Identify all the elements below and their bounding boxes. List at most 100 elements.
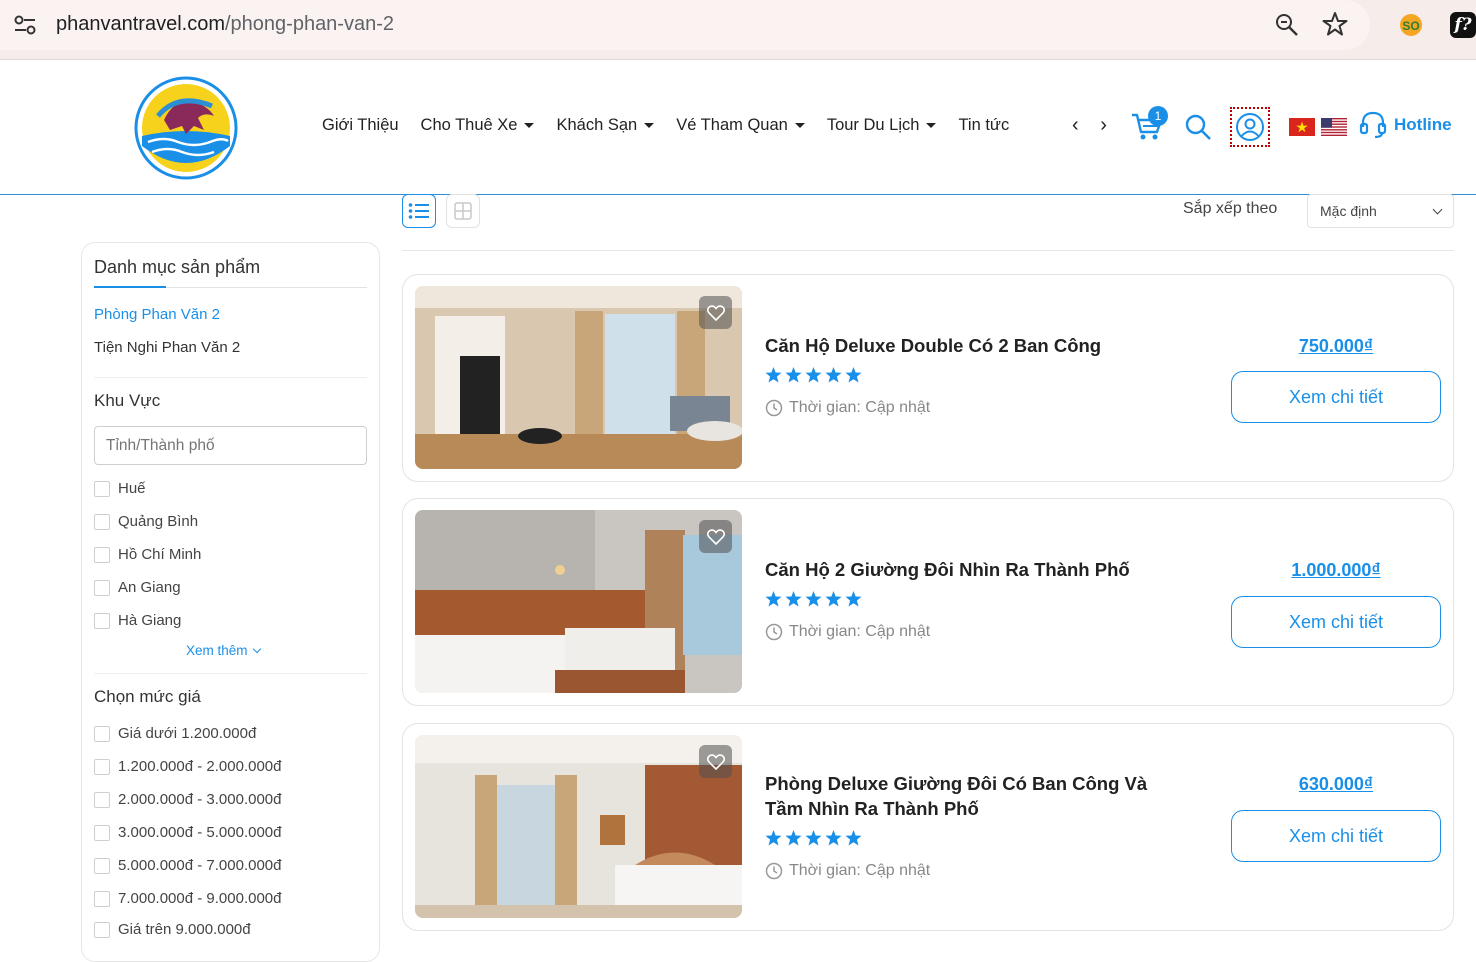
checkbox[interactable] [94,791,110,808]
nav-item-label: Cho Thuê Xe [420,116,518,134]
price-option[interactable]: 5.000.000đ - 7.000.000đ [94,857,281,874]
list-view-button[interactable] [402,194,436,228]
checkbox[interactable] [94,579,110,596]
checkbox[interactable] [94,546,110,563]
star-rating-icon [825,830,842,846]
rating-stars [765,830,862,846]
account-button[interactable] [1230,107,1270,147]
product-image[interactable] [415,735,742,918]
nav-item-cho-thue-xe[interactable]: Cho Thuê Xe [421,116,535,135]
price-option[interactable]: 1.200.000đ - 2.000.000đ [94,758,281,775]
product-time: Thời gian: Cập nhật [765,623,930,641]
category-link-tien-nghi[interactable]: Tiện Nghi Phan Văn 2 [94,339,240,356]
province-search-input[interactable] [94,426,367,465]
region-option[interactable]: Hồ Chí Minh [94,546,201,563]
price-label: 5.000.000đ - 7.000.000đ [118,857,282,874]
checkbox[interactable] [94,758,110,775]
region-option[interactable]: Hà Giang [94,612,181,629]
nav-scroll-arrows[interactable]: ‹ › [1072,114,1115,137]
view-detail-button[interactable]: Xem chi tiết [1231,810,1441,862]
url-domain: phanvantravel.com [56,13,225,35]
view-detail-button[interactable]: Xem chi tiết [1231,596,1441,648]
checkbox[interactable] [94,824,110,841]
star-icon[interactable] [1322,11,1348,37]
hotline-label: Hotline [1394,115,1452,134]
nav-item-label: Giới Thiệu [322,116,399,134]
region-option[interactable]: Quảng Bình [94,513,198,530]
sort-select[interactable]: Mặc định [1307,194,1454,228]
filter-sidebar: Danh mục sản phẩm Phòng Phan Văn 2 Tiện … [81,242,380,962]
checkbox[interactable] [94,890,110,907]
product-title[interactable]: Căn Hộ Deluxe Double Có 2 Ban Công [765,333,1185,358]
nav-item-ve-tham-quan[interactable]: Vé Tham Quan [676,116,805,135]
time-label: Thời gian: Cập nhật [789,862,931,879]
clock-icon [765,399,783,417]
nav-item-gioi-thieu[interactable]: Giới Thiệu [322,116,399,135]
favorite-button[interactable] [699,296,732,329]
price-option[interactable]: Giá trên 9.000.000đ [94,921,251,938]
hotline-link[interactable]: Hotline [1358,110,1452,140]
browser-toolbar: phanvantravel.com/phong-phan-van-2 SO f? [0,0,1476,60]
star-rating-icon [845,367,862,383]
favorite-button[interactable] [699,520,732,553]
region-label: Hà Giang [118,612,182,629]
zoom-icon[interactable] [1274,12,1300,38]
vietnam-flag-icon[interactable] [1289,118,1315,136]
star-rating-icon [805,591,822,607]
grid-view-button[interactable] [446,194,480,228]
nav-item-tour-du-lich[interactable]: Tour Du Lịch [827,116,937,135]
tune-icon[interactable] [12,13,38,37]
checkbox[interactable] [94,612,110,629]
clock-icon [765,623,783,641]
checkbox[interactable] [94,921,110,938]
price-option[interactable]: 2.000.000đ - 3.000.000đ [94,791,281,808]
checkbox[interactable] [94,513,110,530]
address-bar[interactable]: phanvantravel.com/phong-phan-van-2 [0,0,1370,50]
see-more-link[interactable]: Xem thêm [186,643,261,658]
search-icon[interactable] [1184,113,1212,141]
region-option[interactable]: An Giang [94,579,181,596]
checkbox[interactable] [94,857,110,874]
nav-item-khach-san[interactable]: Khách Sạn [556,116,655,135]
product-title[interactable]: Phòng Deluxe Giường Đôi Có Ban Công Và T… [765,771,1185,821]
caret-down-icon [644,123,655,128]
room-photo [415,510,742,693]
product-title[interactable]: Căn Hộ 2 Giường Đôi Nhìn Ra Thành Phố [765,557,1185,582]
company-logo[interactable] [134,76,238,180]
product-time: Thời gian: Cập nhật [765,399,930,417]
caret-down-icon [794,123,805,128]
extension-icon[interactable]: SO [1398,12,1424,38]
star-rating-icon [825,367,842,383]
view-detail-button[interactable]: Xem chi tiết [1231,371,1441,423]
room-photo [415,735,742,918]
star-rating-icon [845,830,862,846]
category-link-phong-phan-van-2[interactable]: Phòng Phan Văn 2 [94,306,220,323]
extension-icon[interactable]: f? [1450,12,1476,38]
heart-icon [706,753,725,770]
list-icon [408,203,429,219]
star-rating-icon [805,367,822,383]
region-option[interactable]: Huế [94,480,146,497]
product-card: Căn Hộ Deluxe Double Có 2 Ban Công Thời … [402,274,1454,482]
us-flag-icon[interactable] [1321,118,1347,136]
price-option[interactable]: 7.000.000đ - 9.000.000đ [94,890,281,907]
star-rating-icon [845,591,862,607]
region-label: Hồ Chí Minh [118,546,202,563]
checkbox[interactable] [94,725,110,742]
title-underline [94,286,367,288]
price-label: Giá trên 9.000.000đ [118,921,251,938]
favorite-button[interactable] [699,745,732,778]
checkbox[interactable] [94,480,110,497]
url-text[interactable]: phanvantravel.com/phong-phan-van-2 [56,13,394,36]
region-label: Quảng Bình [118,513,199,530]
price-option[interactable]: 3.000.000đ - 5.000.000đ [94,824,281,841]
nav-item-tin-tuc[interactable]: Tin tức [958,116,1009,135]
nav-item-label: Vé Tham Quan [676,116,788,134]
price-option[interactable]: Giá dưới 1.200.000đ [94,725,256,742]
star-rating-icon [765,367,782,383]
product-image[interactable] [415,510,742,693]
heart-icon [706,528,725,545]
product-image[interactable] [415,286,742,469]
caret-down-icon [926,123,937,128]
user-icon [1236,113,1264,141]
